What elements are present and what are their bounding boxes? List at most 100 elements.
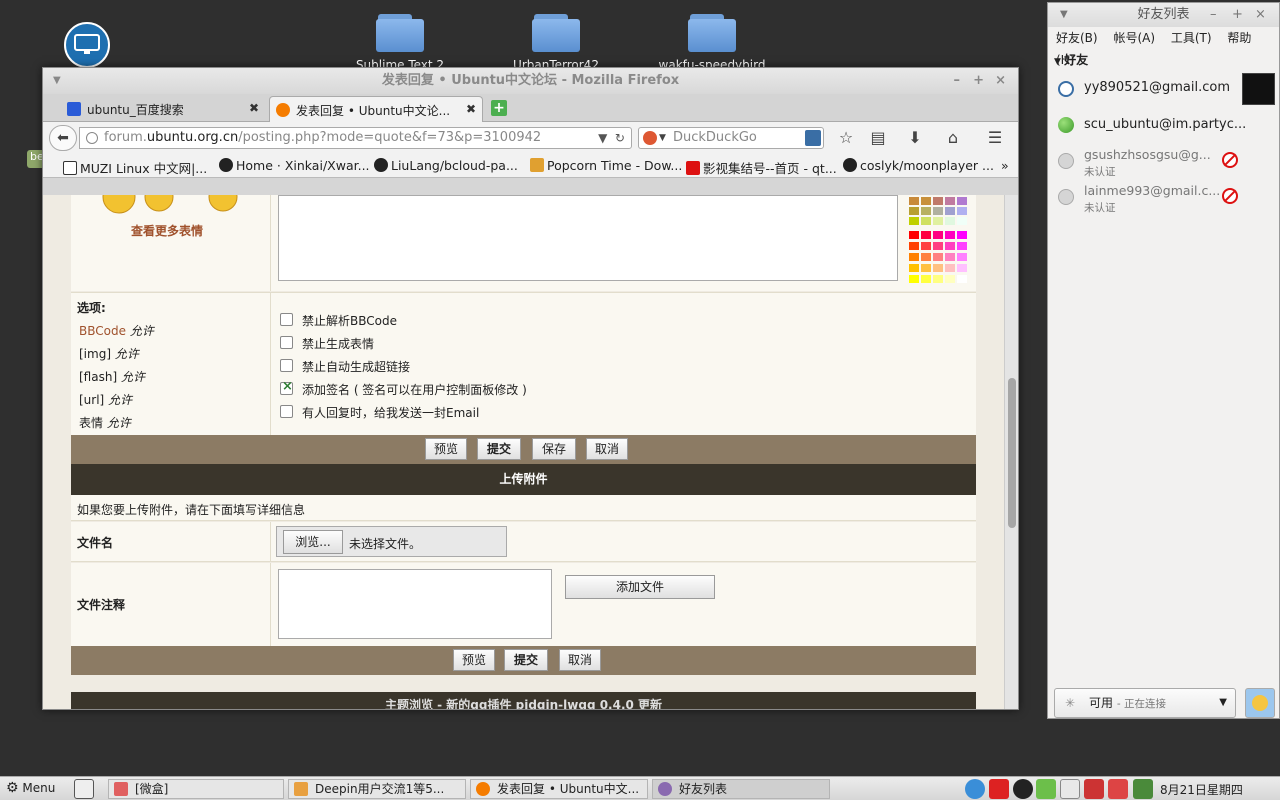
smiley-icon	[102, 195, 238, 214]
taskbar-item-deepin[interactable]: Deepin用户交流1等5...	[288, 779, 466, 799]
save-button[interactable]: 保存	[532, 438, 576, 460]
more-smilies-link[interactable]: 查看更多表情	[131, 222, 203, 239]
disable-smilies-checkbox[interactable]	[280, 336, 293, 349]
scrollbar-thumb[interactable]	[1008, 378, 1016, 528]
network-swirl-icon[interactable]	[965, 779, 985, 799]
menu-accounts[interactable]: 帐号(A)	[1113, 31, 1155, 45]
buddy-group[interactable]: ▼ 好友	[1048, 49, 1279, 71]
new-tab-icon[interactable]: +	[491, 100, 507, 116]
topic-review-header: 主题浏览 - 新的qq插件 pidgin-lwqq 0.4.0 更新	[71, 692, 976, 709]
cancel-button[interactable]: 取消	[586, 438, 628, 460]
close-button[interactable]: ×	[995, 68, 1006, 94]
qq-penguin-icon[interactable]	[1013, 779, 1033, 799]
tab-baidu[interactable]: ubuntu_百度搜索 ✖	[61, 96, 265, 123]
maximize-button[interactable]: +	[1232, 3, 1243, 27]
page-scrollbar[interactable]	[1004, 195, 1018, 709]
desktop-icon-urbanterror[interactable]: UrbanTerror42	[506, 14, 606, 72]
minimize-button[interactable]: –	[1210, 3, 1217, 27]
buddy-substatus: 未认证	[1084, 202, 1116, 214]
start-menu-button[interactable]: ⚙ Menu	[6, 780, 55, 796]
keyboard-icon[interactable]	[1060, 779, 1080, 799]
buddy-item[interactable]: lainme993@gmail.c... 未认证	[1048, 183, 1279, 217]
close-tab-icon[interactable]: ✖	[249, 101, 259, 115]
shield-check-icon[interactable]	[1036, 779, 1056, 799]
chevron-down-icon: ▼	[1219, 697, 1227, 708]
url-prefix: forum.	[104, 130, 147, 145]
page-content: 查看更多表情 选项: BBCode 允许 [img] 允许 [flash] 允许	[43, 195, 1005, 709]
desktop-icon-wakfu[interactable]: wakfu-speedybird	[652, 14, 772, 72]
message-textarea[interactable]	[278, 195, 898, 281]
preview-button[interactable]: 预览	[425, 438, 467, 460]
hamburger-menu-icon[interactable]: ☰	[984, 127, 1006, 149]
color-palette[interactable]	[909, 195, 973, 285]
group-label: 好友	[1064, 53, 1089, 67]
preview-button[interactable]: 预览	[453, 649, 495, 671]
add-file-button[interactable]: 添加文件	[565, 575, 715, 599]
file-comment-label: 文件注释	[77, 598, 126, 612]
minimize-button[interactable]: –	[954, 68, 961, 94]
home-icon[interactable]: ⌂	[942, 127, 964, 149]
submit-button[interactable]: 提交	[477, 438, 521, 460]
options-panel: 选项: BBCode 允许 [img] 允许 [flash] 允许 [url] …	[71, 292, 976, 436]
option-name: [img]	[79, 347, 112, 361]
window-titlebar[interactable]: ▼ 发表回复 • Ubuntu中文论坛 - Mozilla Firefox – …	[43, 68, 1018, 94]
option-name-link[interactable]: BBCode	[79, 324, 126, 338]
reading-list-icon[interactable]: ▤	[867, 127, 889, 149]
bookmark-item[interactable]: Home · Xinkai/Xwar...	[219, 158, 370, 173]
ubuntu-icon	[276, 103, 290, 117]
search-bar[interactable]: ▼ DuckDuckGo	[638, 127, 824, 149]
clock[interactable]: 8月21日星期四 15:54	[1160, 781, 1280, 800]
maximize-button[interactable]: +	[973, 68, 984, 94]
buddy-name: yy890521@gmail.com	[1084, 80, 1231, 95]
bookmark-label: Home · Xinkai/Xwar...	[236, 158, 370, 173]
weibo-tray-icon[interactable]	[989, 779, 1009, 799]
back-button[interactable]: ⬅	[49, 125, 77, 151]
taskbar-item-firefox[interactable]: 发表回复 • Ubuntu中文...	[470, 779, 648, 799]
search-go-icon[interactable]	[805, 130, 821, 146]
computer-desktop-icon[interactable]	[64, 22, 110, 68]
blocked-icon	[1222, 188, 1238, 204]
bookmark-item[interactable]: 影视集结号--首页 - qt...	[686, 158, 837, 177]
smilies-cell: 查看更多表情	[71, 195, 271, 291]
buddy-item[interactable]: gsushzhsosgsu@g... 未认证	[1048, 147, 1279, 181]
menu-tools[interactable]: 工具(T)	[1171, 31, 1212, 45]
option-state: 允许	[108, 393, 133, 407]
tab-ubuntu-forum[interactable]: 发表回复 • Ubuntu中文论... ✖	[269, 96, 483, 123]
submit-button[interactable]: 提交	[504, 649, 548, 671]
download-icon[interactable]: ⬇	[904, 127, 926, 149]
show-desktop-icon[interactable]	[74, 779, 94, 799]
buddy-item[interactable]: yy890521@gmail.com	[1048, 73, 1279, 107]
file-comment-textarea[interactable]	[278, 569, 552, 639]
buddy-icon-selector[interactable]	[1245, 688, 1275, 718]
bookmark-item[interactable]: coslyk/moonplayer ...	[843, 158, 994, 173]
menu-buddies[interactable]: 好友(B)	[1056, 31, 1098, 45]
notify-email-checkbox[interactable]	[280, 405, 293, 418]
url-bar[interactable]: forum.ubuntu.org.cn/posting.php?mode=quo…	[79, 127, 632, 149]
volume-icon[interactable]	[1084, 779, 1104, 799]
taskbar-item-weihe[interactable]: [微盒]	[108, 779, 284, 799]
battery-charging-icon[interactable]	[1133, 779, 1153, 799]
bookmark-item[interactable]: MUZI Linux 中文网|...	[63, 158, 207, 177]
disable-bbcode-checkbox[interactable]	[280, 313, 293, 326]
status-selector[interactable]: ✳ 可用 - 正在连接 ▼	[1054, 688, 1236, 718]
url-dropdown-reload-icons[interactable]: ▼ ↻	[598, 128, 625, 148]
taskbar-item-buddylist[interactable]: 好友列表	[652, 779, 830, 799]
search-engine-dropdown-icon[interactable]: ▼	[659, 128, 666, 148]
buddy-list-titlebar[interactable]: ▼ 好友列表 – + ×	[1048, 3, 1279, 27]
cancel-button[interactable]: 取消	[559, 649, 601, 671]
bookmark-star-icon[interactable]: ☆	[835, 127, 857, 149]
window-menu-icon[interactable]: ▼	[53, 68, 61, 94]
bookmark-item[interactable]: LiuLang/bcloud-pa...	[374, 158, 518, 173]
desktop-icon-sublime[interactable]: Sublime Text 2	[350, 14, 450, 72]
bookmark-item[interactable]: Popcorn Time - Dow...	[530, 158, 682, 173]
attach-signature-checkbox[interactable]	[280, 379, 293, 395]
wifi-icon[interactable]	[1108, 779, 1128, 799]
buddy-item[interactable]: scu_ubuntu@im.partyc...	[1048, 113, 1279, 141]
bookmarks-overflow-icon[interactable]: »	[1001, 158, 1009, 173]
close-tab-icon[interactable]: ✖	[466, 102, 476, 116]
disable-magic-url-checkbox[interactable]	[280, 359, 293, 372]
close-button[interactable]: ×	[1255, 3, 1266, 27]
browse-button[interactable]: 浏览...	[283, 530, 343, 554]
file-input[interactable]: 浏览... 未选择文件。	[276, 526, 507, 557]
window-menu-icon[interactable]: ▼	[1060, 3, 1068, 27]
